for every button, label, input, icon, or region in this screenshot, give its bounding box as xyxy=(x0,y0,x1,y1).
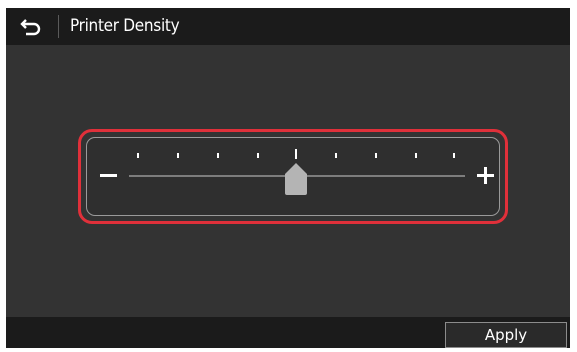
minus-icon[interactable] xyxy=(100,174,117,177)
tick-mark xyxy=(257,153,259,158)
plus-icon-vertical[interactable] xyxy=(484,167,487,184)
density-slider[interactable] xyxy=(86,137,500,216)
tick-mark xyxy=(415,153,417,158)
slider-thumb[interactable] xyxy=(284,162,308,196)
back-arrow-icon xyxy=(20,18,41,35)
back-button[interactable] xyxy=(6,8,56,45)
header-divider xyxy=(58,15,59,38)
main-area xyxy=(6,45,570,317)
tick-mark xyxy=(217,153,219,158)
header-bar: Printer Density xyxy=(6,8,570,45)
tick-mark xyxy=(177,153,179,158)
tick-mark xyxy=(335,153,337,158)
footer-bar: Apply xyxy=(6,317,570,348)
page-title: Printer Density xyxy=(70,16,180,36)
tick-mark xyxy=(453,153,455,158)
device-screen: Printer Density Apply xyxy=(6,8,570,348)
tick-mark xyxy=(375,153,377,158)
tick-mark-center xyxy=(295,149,297,159)
slider-highlight-frame xyxy=(78,129,508,224)
apply-button[interactable]: Apply xyxy=(445,322,567,348)
tick-mark xyxy=(137,153,139,158)
